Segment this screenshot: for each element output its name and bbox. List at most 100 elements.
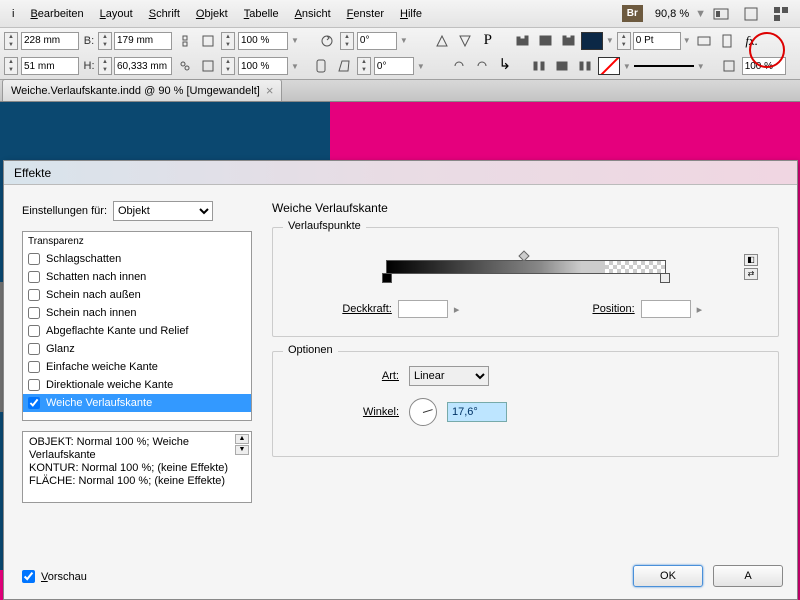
menu-type[interactable]: Schrift [141, 4, 188, 24]
y-field[interactable] [21, 57, 79, 75]
align-1-icon[interactable] [512, 32, 532, 50]
preview-icon[interactable] [694, 32, 714, 50]
gradient-ramp[interactable] [386, 260, 666, 274]
arrange-icon[interactable] [768, 4, 794, 24]
fill-swatch[interactable] [581, 32, 603, 50]
width-field[interactable] [114, 32, 172, 50]
close-icon[interactable]: × [266, 83, 274, 98]
panel-title: Weiche Verlaufskante [272, 201, 779, 215]
angle-field[interactable] [447, 402, 507, 422]
menu-view[interactable]: Ansicht [287, 4, 339, 24]
rotate-field[interactable] [357, 32, 397, 50]
type-label: Art: [349, 370, 399, 382]
rotate-icon[interactable] [317, 32, 337, 50]
shear-icon[interactable] [334, 57, 354, 75]
effects-list: Transparenz Schlagschatten Schatten nach… [22, 231, 252, 421]
position-label: Position: [592, 303, 634, 315]
stroke-stepper[interactable]: ▲▼ [617, 32, 631, 50]
stroke-style[interactable] [634, 65, 694, 67]
midpoint-handle[interactable] [518, 250, 529, 261]
rot-ccw-icon[interactable] [472, 57, 492, 75]
distribute-1-icon[interactable] [529, 57, 549, 75]
constrain-icon[interactable] [175, 32, 195, 50]
scaley-field[interactable] [238, 57, 288, 75]
effect-innershadow[interactable]: Schatten nach innen [23, 268, 251, 286]
stop-position-field[interactable] [641, 300, 691, 318]
angle-dial[interactable] [409, 398, 437, 426]
menu-table[interactable]: Tabelle [236, 4, 287, 24]
effect-directionalfeather[interactable]: Direktionale weiche Kante [23, 376, 251, 394]
view-options-icon[interactable] [708, 4, 734, 24]
effect-bevel[interactable]: Abgeflachte Kante und Relief [23, 322, 251, 340]
opacity-field[interactable] [742, 57, 786, 75]
height-field[interactable] [114, 57, 172, 75]
type-select[interactable]: Linear [409, 366, 489, 386]
preview-checkbox[interactable] [22, 570, 35, 583]
shear-field[interactable] [374, 57, 414, 75]
fx-button[interactable]: fx. [740, 32, 764, 50]
settings-label: Einstellungen für: [22, 205, 107, 217]
preview-label: Vorschau [41, 571, 87, 583]
stop-right[interactable] [660, 273, 670, 283]
scalex-stepper[interactable]: ▲▼ [221, 32, 235, 50]
scaley-stepper[interactable]: ▲▼ [221, 57, 235, 75]
y-stepper[interactable]: ▲▼ [4, 57, 18, 75]
menu-help[interactable]: Hilfe [392, 4, 430, 24]
p-icon-2[interactable]: ↳ [495, 55, 515, 73]
flip-h-icon[interactable] [432, 32, 452, 50]
effect-innerglow[interactable]: Schein nach innen [23, 304, 251, 322]
distribute-2-icon[interactable] [552, 57, 572, 75]
scale-icon[interactable] [198, 32, 218, 50]
ok-button[interactable]: OK [633, 565, 703, 587]
dialog-titlebar[interactable]: Effekte [4, 161, 797, 185]
menu-window[interactable]: Fenster [339, 4, 392, 24]
stop-opacity-field[interactable] [398, 300, 448, 318]
menu-layout[interactable]: Layout [92, 4, 141, 24]
effect-transparency[interactable]: Transparenz [23, 232, 251, 250]
x-field[interactable] [21, 32, 79, 50]
menubar: i Bearbeiten Layout Schrift Objekt Tabel… [0, 0, 800, 28]
x-stepper[interactable]: ▲▼ [4, 32, 18, 50]
p-icon[interactable]: P [478, 32, 498, 50]
document-tabbar: Weiche.Verlaufskante.indd @ 90 % [Umgewa… [0, 80, 800, 102]
stop-left[interactable] [382, 273, 392, 283]
effect-outerglow[interactable]: Schein nach außen [23, 286, 251, 304]
distribute-3-icon[interactable] [575, 57, 595, 75]
scalex-field[interactable] [238, 32, 288, 50]
shear-stepper[interactable]: ▲▼ [357, 57, 371, 75]
doc-icon[interactable] [717, 32, 737, 50]
tab-title: Weiche.Verlaufskante.indd @ 90 % [Umgewa… [11, 85, 260, 97]
align-2-icon[interactable] [535, 32, 555, 50]
rot-cw-icon[interactable] [449, 57, 469, 75]
stroke-weight-field[interactable] [633, 32, 681, 50]
control-toolbar: ▲▼ B:▲▼ ▲▼ ▼ ▲▼ ▼ P ▼ ▲▼▼ fx. ▲▼ H:▲▼ ▲▼… [0, 28, 800, 80]
align-3-icon[interactable] [558, 32, 578, 50]
angle-label: Winkel: [349, 406, 399, 418]
cancel-button[interactable]: A [713, 565, 783, 587]
stroke-swatch[interactable] [598, 57, 620, 75]
w-stepper[interactable]: ▲▼ [98, 32, 112, 50]
bridge-badge[interactable]: Br [622, 5, 643, 22]
opacity-label: Deckkraft: [342, 303, 392, 315]
effect-satin[interactable]: Glanz [23, 340, 251, 358]
menu-edit[interactable]: Bearbeiten [22, 4, 91, 24]
link-icon[interactable] [175, 57, 195, 75]
effect-dropshadow[interactable]: Schlagschatten [23, 250, 251, 268]
effect-basicfeather[interactable]: Einfache weiche Kante [23, 358, 251, 376]
screen-mode-icon[interactable] [738, 4, 764, 24]
menu-item[interactable]: i [4, 4, 22, 24]
document-tab[interactable]: Weiche.Verlaufskante.indd @ 90 % [Umgewa… [2, 79, 282, 101]
rotate-stepper[interactable]: ▲▼ [340, 32, 354, 50]
zoom-level[interactable]: 90,8 % [655, 8, 689, 20]
summary-scroll[interactable]: ▲▼ [235, 434, 249, 455]
h-stepper[interactable]: ▲▼ [98, 57, 112, 75]
gradient-stops-group: Verlaufspunkte ◧⇄ Deckkraft:▸ Position:▸ [272, 227, 779, 337]
effect-gradientfeather[interactable]: Weiche Verlaufskante [23, 394, 251, 412]
opacity-icon[interactable] [719, 57, 739, 75]
scale-y-icon[interactable] [198, 57, 218, 75]
menu-object[interactable]: Objekt [188, 4, 236, 24]
gradient-tools[interactable]: ◧⇄ [744, 254, 758, 280]
clip-icon[interactable] [311, 57, 331, 75]
settings-target-select[interactable]: Objekt [113, 201, 213, 221]
flip-v-icon[interactable] [455, 32, 475, 50]
